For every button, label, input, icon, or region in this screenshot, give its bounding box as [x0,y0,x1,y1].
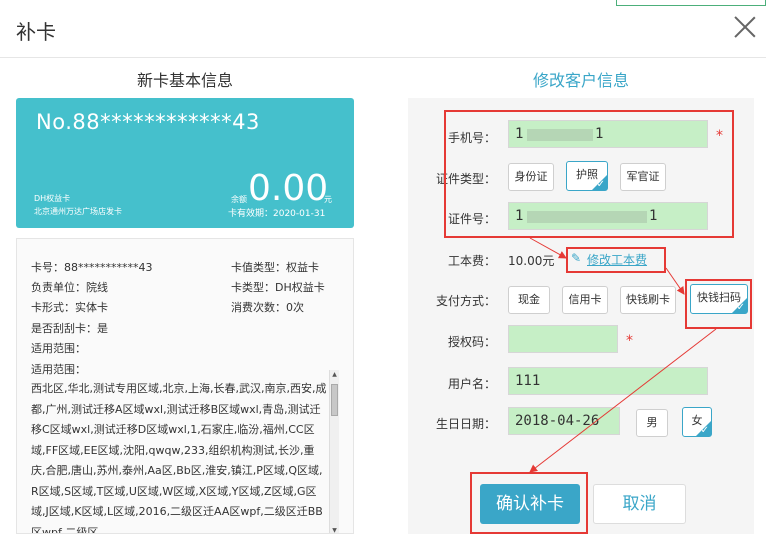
birthday-label: 生日日期： [435,417,496,431]
gender-female-button[interactable]: 女 ✓ [682,407,712,437]
card-balance-label: 余额 [231,195,247,204]
info-consume-count: 消费次数：0次 [231,301,304,314]
confirm-reissue-button[interactable]: 确认补卡 [480,484,580,524]
range-scrollbar[interactable]: ▲ ▼ [329,370,339,533]
id-type-passport-button[interactable]: 护照 ✓ [566,161,608,191]
scroll-thumb[interactable] [331,384,338,416]
info-card-type: 卡类型：DH权益卡 [231,281,325,294]
info-range-text: 西北区,华北,测试专用区域,北京,上海,长春,武汉,南京,西安,成都,广州,测试… [31,382,327,534]
id-type-officer-label: 军官证 [626,170,660,183]
info-range-label-2: 适用范围： [31,363,86,376]
gender-male-label: 男 [646,416,658,429]
phone-required-mark: * [716,128,723,144]
id-type-officer-button[interactable]: 军官证 [620,163,666,191]
id-type-label: 证件类型： [435,172,496,186]
payment-quickscan-button[interactable]: 快钱扫码 ✓ [690,284,748,314]
phone-masked-digits [527,129,593,141]
card-type-label: DH权益卡 [34,194,71,203]
id-type-idcard-button[interactable]: 身份证 [508,163,554,191]
card-preview: No.88************43 DH权益卡 北京通州万达广场店发卡 余额… [16,98,354,228]
check-icon: ✓ [700,425,709,436]
new-card-heading: 新卡基本信息 [136,71,233,90]
birthday-input[interactable]: 2018-04-26 [508,407,620,435]
id-number-masked-digits [527,211,647,223]
check-icon: ✓ [736,302,745,313]
id-number-value-end: 1 [649,208,658,224]
fee-value: 10.00元 [508,254,555,268]
info-range-label: 适用范围： [31,342,86,355]
cancel-button[interactable]: 取消 [593,484,686,524]
auth-code-label: 授权码： [447,335,496,349]
id-type-idcard-label: 身份证 [514,170,548,183]
card-shop-label: 北京通州万达广场店发卡 [34,207,122,216]
dialog-title: 补卡 [16,20,56,44]
fee-label: 工本费： [447,254,496,268]
edit-customer-heading: 修改客户信息 [532,71,629,90]
username-input[interactable]: 111 [508,367,708,395]
phone-label: 手机号： [447,131,496,145]
payment-credit-button[interactable]: 信用卡 [562,286,608,314]
edit-icon[interactable]: ✎ [571,251,581,265]
info-scratch: 是否刮刮卡：是 [31,322,108,335]
info-card-no: 卡号：88***********43 [31,261,153,274]
phone-value-start: 1 [515,126,524,142]
scroll-up-arrow-icon[interactable]: ▲ [330,370,339,379]
reissue-card-dialog: 补卡 新卡基本信息 No.88************43 DH权益卡 北京通州… [0,0,766,534]
payment-label: 支付方式： [435,294,496,308]
payment-cash-label: 现金 [518,293,540,306]
auth-code-required-mark: * [626,333,633,349]
gender-male-button[interactable]: 男 [636,409,668,437]
payment-credit-label: 信用卡 [568,293,602,306]
card-validity: 卡有效期：2020-01-31 [228,209,326,219]
edit-fee-link[interactable]: 修改工本费 [587,251,647,268]
id-number-label: 证件号： [447,212,496,226]
card-info-panel: 卡号：88***********43 卡值类型：权益卡 负责单位：院线 卡类型：… [16,238,354,534]
phone-value-end: 1 [595,126,604,142]
scroll-down-arrow-icon[interactable]: ▼ [330,526,339,533]
phone-input[interactable]: 1 1 [508,120,708,148]
card-balance-unit: 元 [324,195,332,204]
check-icon: ✓ [596,179,605,190]
info-card-form: 卡形式：实体卡 [31,301,108,314]
payment-quickcard-label: 快钱刷卡 [626,293,670,306]
id-number-value-start: 1 [515,208,524,224]
payment-cash-button[interactable]: 现金 [508,286,550,314]
card-balance: 0.00 [248,168,329,209]
auth-code-input[interactable] [508,325,618,353]
info-owner-unit: 负责单位：院线 [31,281,108,294]
close-icon[interactable] [732,14,758,40]
payment-quickcard-button[interactable]: 快钱刷卡 [620,286,676,314]
card-number: No.88************43 [36,110,260,134]
username-label: 用户名： [447,377,496,391]
info-value-type: 卡值类型：权益卡 [231,261,319,274]
title-bar: 补卡 [0,0,766,58]
id-number-input[interactable]: 1 1 [508,202,708,230]
